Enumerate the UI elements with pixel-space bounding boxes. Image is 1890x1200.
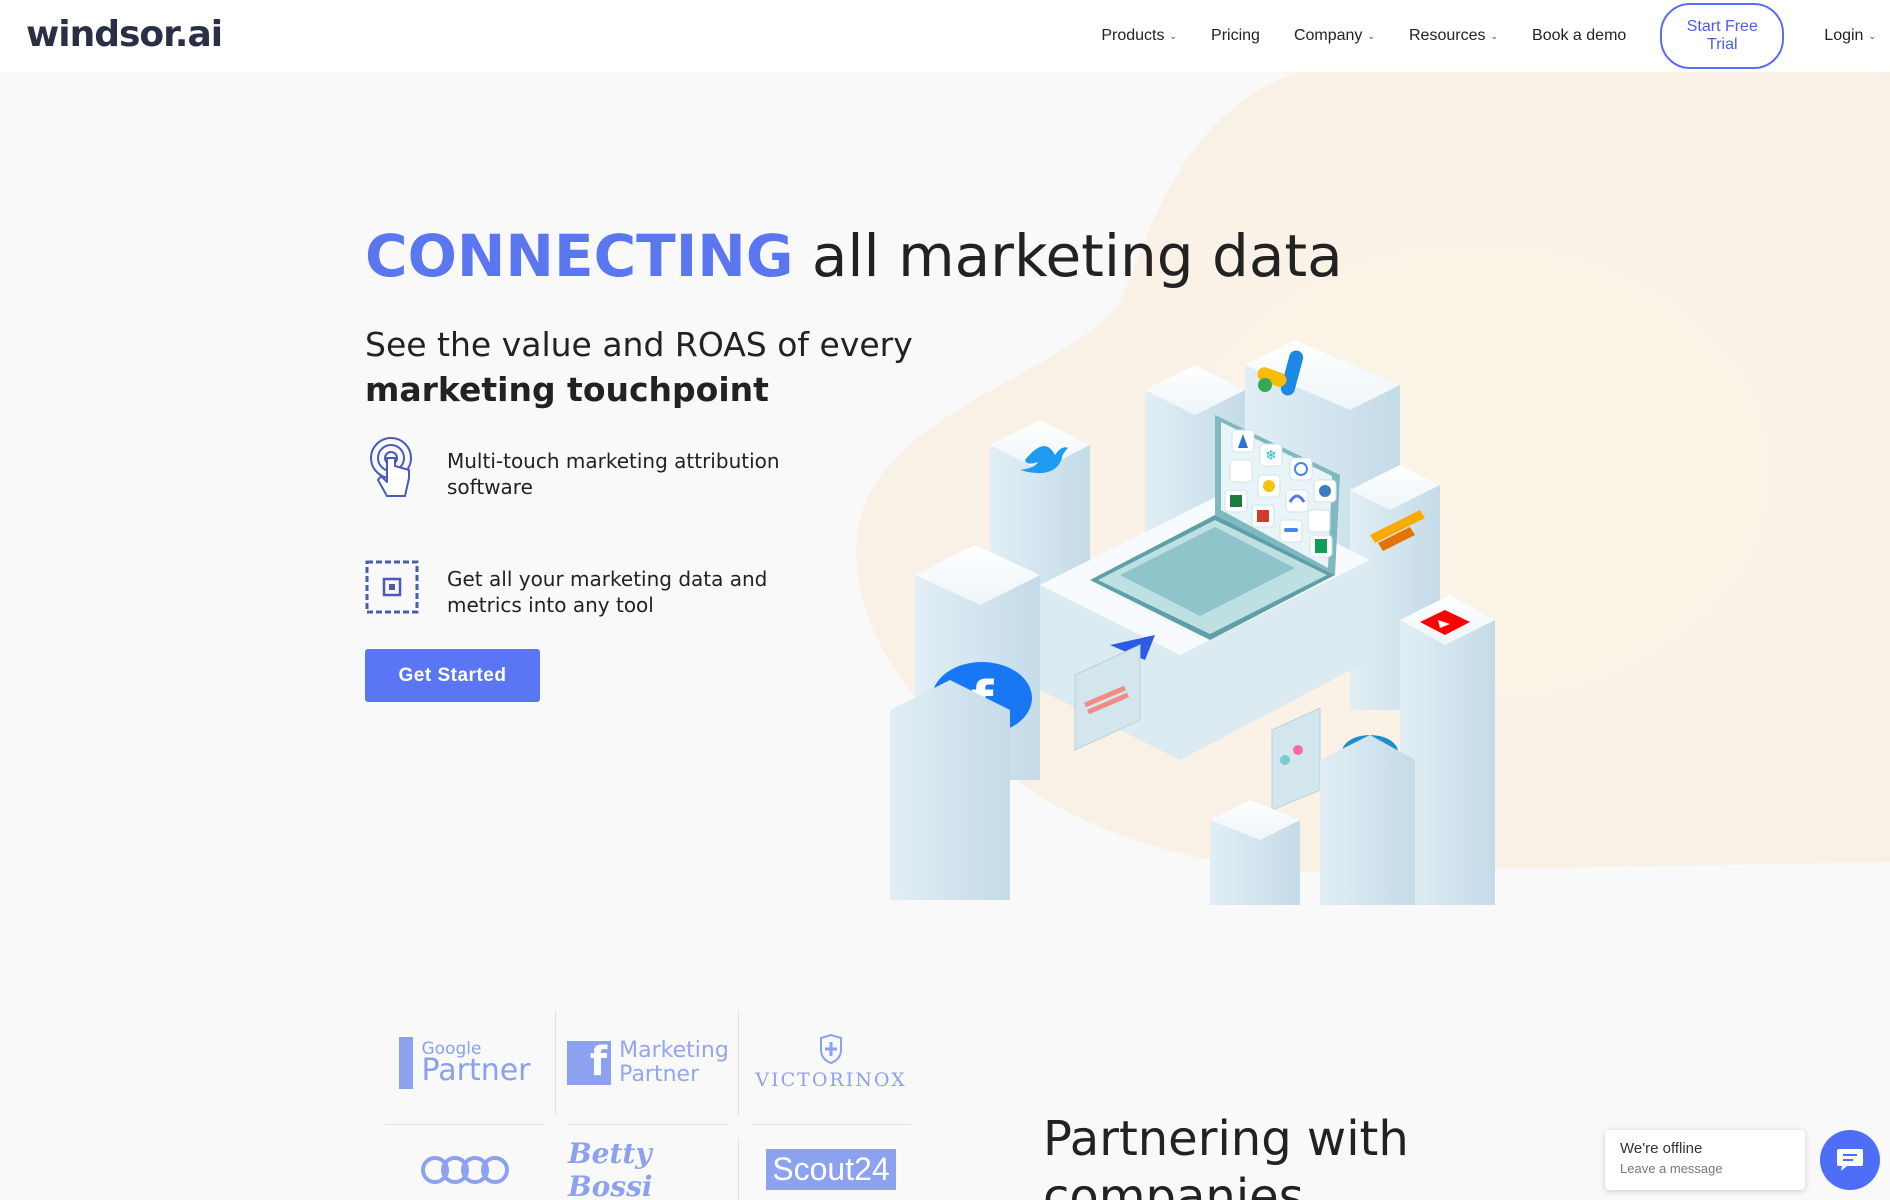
nav-company-label: Company — [1293, 27, 1363, 44]
nav-company[interactable]: Company ⌄ — [1294, 27, 1375, 45]
feature-attribution: Multi-touch marketing attribution softwa… — [365, 436, 847, 502]
partnering-line2: companies — [1043, 1169, 1304, 1200]
audi-rings-icon — [421, 1155, 509, 1184]
divider — [738, 1010, 739, 1115]
partnering-heading: Partnering with companies — [1043, 1110, 1409, 1200]
google-partner-line2: Partner — [421, 1052, 531, 1088]
headline-accent: CONNECTING — [365, 222, 794, 290]
chat-offline-popup[interactable]: We're offline Leave a message — [1605, 1130, 1805, 1190]
google-partner-bar-icon — [399, 1036, 414, 1089]
subhead-line2: marketing touchpoint — [365, 370, 769, 409]
chat-prompt: Leave a message — [1620, 1161, 1723, 1176]
divider — [555, 1010, 556, 1115]
start-free-trial-button[interactable]: Start Free Trial — [1660, 3, 1785, 69]
google-partner-logo: Google Partner — [385, 1010, 545, 1115]
chat-launcher-button[interactable] — [1820, 1130, 1880, 1190]
nav-products[interactable]: Products ⌄ — [1101, 27, 1177, 45]
betty-bossi-logo: Betty Bossi — [568, 1132, 728, 1200]
victorinox-text: VICTORINOX — [755, 1069, 907, 1091]
divider — [738, 1138, 739, 1200]
column-front-left — [890, 680, 1010, 900]
victorinox-shield-icon — [820, 1033, 842, 1065]
feature-metrics: Get all your marketing data and metrics … — [365, 554, 847, 620]
windsor-logo[interactable]: windsor.ai — [26, 14, 223, 55]
partnering-line1: Partnering with — [1043, 1111, 1409, 1167]
nav-products-label: Products — [1101, 27, 1165, 44]
divider — [751, 1124, 911, 1125]
facebook-partner-line1: Marketing — [619, 1037, 729, 1063]
victorinox-logo: VICTORINOX — [751, 1010, 911, 1115]
nav-login[interactable]: Login ⌄ — [1824, 27, 1876, 45]
nav-pricing-label: Pricing — [1211, 27, 1260, 44]
feature-metrics-text: Get all your marketing data and metrics … — [447, 567, 768, 617]
column-front-mid — [1210, 800, 1300, 905]
chevron-down-icon: ⌄ — [1367, 30, 1375, 41]
drawer-right — [1271, 707, 1321, 811]
facebook-partner-logo: f Marketing Partner — [567, 1010, 729, 1115]
audi-logo — [385, 1132, 545, 1200]
chat-status: We're offline — [1620, 1140, 1703, 1157]
chevron-down-icon: ⌄ — [1169, 30, 1178, 41]
chevron-down-icon: ⌄ — [1490, 30, 1499, 41]
nav-resources-label: Resources — [1408, 27, 1486, 44]
chat-bubble-icon — [1837, 1149, 1863, 1171]
divider — [568, 1124, 728, 1125]
nav-login-label: Login — [1824, 27, 1864, 44]
divider — [385, 1124, 545, 1125]
isometric-illustration: ❄ f in — [890, 340, 1495, 905]
feature-attribution-text: Multi-touch marketing attribution softwa… — [447, 449, 780, 499]
hero-subheading: See the value and ROAS of every marketin… — [365, 322, 913, 412]
nav-pricing[interactable]: Pricing — [1211, 27, 1260, 45]
nav-menu: Products ⌄ Pricing Company ⌄ Resources ⌄… — [1067, 0, 1890, 72]
headline-rest: all marketing data — [811, 222, 1343, 290]
top-nav: windsor.ai Products ⌄ Pricing Company ⌄ … — [0, 0, 1890, 72]
get-started-button[interactable]: Get Started — [365, 649, 540, 702]
subhead-line1: See the value and ROAS of every — [365, 325, 913, 364]
facebook-partner-line2: Partner — [619, 1061, 700, 1087]
nav-book-demo[interactable]: Book a demo — [1532, 27, 1626, 45]
frame-icon — [365, 560, 419, 614]
facebook-square-icon: f — [567, 1040, 612, 1085]
touch-icon — [370, 437, 412, 497]
svg-text:❄: ❄ — [1265, 447, 1277, 463]
partner-logos: Google Partner f Marketing Partner VICTO… — [385, 1010, 915, 1200]
column-front-right — [1320, 735, 1415, 905]
scout24-logo: Scout24 — [751, 1132, 911, 1200]
nav-resources[interactable]: Resources ⌄ — [1409, 27, 1498, 45]
chevron-down-icon: ⌄ — [1868, 30, 1876, 41]
nav-book-demo-label: Book a demo — [1532, 27, 1627, 44]
hero-headline: CONNECTING all marketing data — [365, 222, 1343, 290]
scout24-text: Scout24 — [766, 1149, 896, 1190]
betty-bossi-text: Betty Bossi — [568, 1136, 653, 1200]
